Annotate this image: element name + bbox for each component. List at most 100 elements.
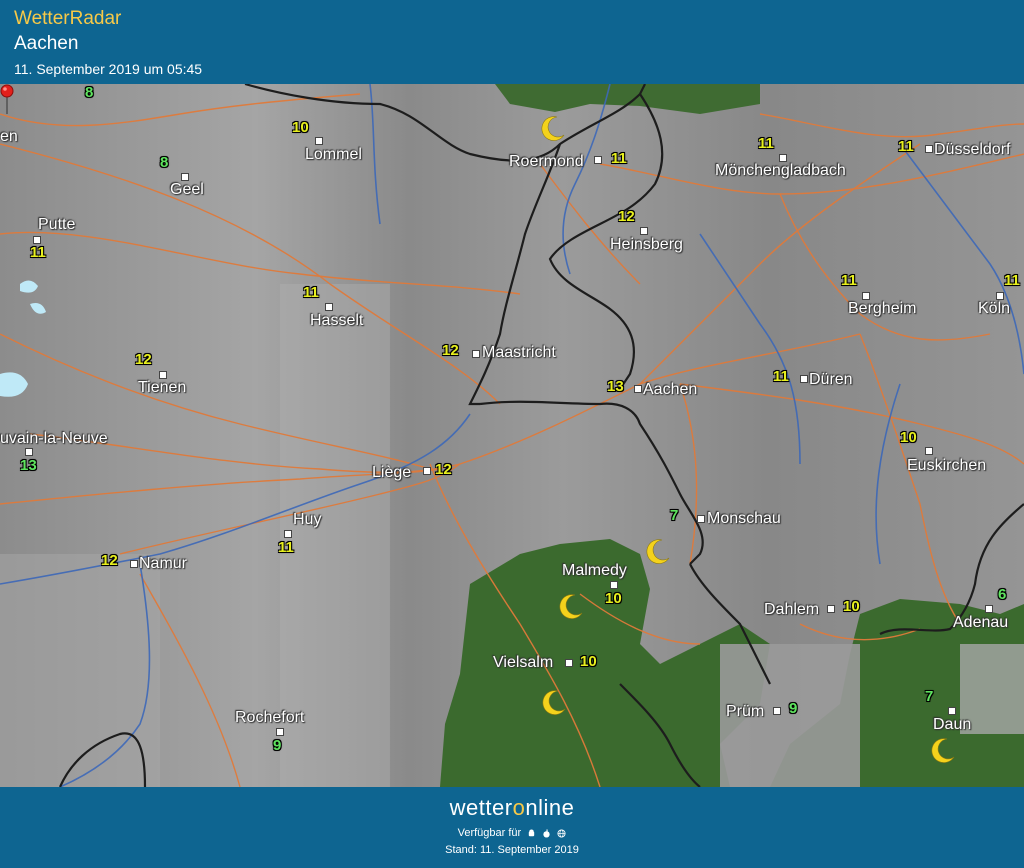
temperature-label: 12 bbox=[101, 552, 118, 569]
location-pin-icon[interactable] bbox=[0, 84, 14, 114]
city-marker bbox=[595, 157, 601, 163]
city-label[interactable]: Dahlem bbox=[764, 601, 819, 619]
temperature-label: 13 bbox=[20, 457, 37, 474]
temperature-label: 10 bbox=[292, 119, 309, 136]
temperature-label: 11 bbox=[30, 244, 46, 261]
temperature-label: 12 bbox=[135, 351, 152, 368]
temperature-label: 11 bbox=[773, 368, 789, 385]
crescent-moon-icon bbox=[542, 690, 566, 715]
city-label[interactable]: Maastricht bbox=[482, 344, 556, 362]
cloud-band bbox=[0, 554, 160, 787]
city-label[interactable]: Hasselt bbox=[310, 312, 363, 330]
temperature-label: 9 bbox=[273, 737, 282, 754]
city-label[interactable]: Tienen bbox=[138, 379, 186, 397]
temperature-label: 11 bbox=[898, 138, 914, 155]
availability-text: Verfügbar für bbox=[457, 827, 522, 839]
app-header: WetterRadar Aachen 11. September 2019 um… bbox=[0, 0, 1024, 84]
temperature-label: 11 bbox=[303, 284, 319, 301]
wetteronline-logo[interactable]: wetteronline bbox=[0, 795, 1024, 821]
city-marker bbox=[986, 606, 992, 612]
city-label[interactable]: Roermond bbox=[509, 153, 584, 171]
android-icon[interactable] bbox=[527, 829, 536, 838]
city-label[interactable]: Bergheim bbox=[848, 300, 916, 318]
city-marker bbox=[285, 531, 291, 537]
city-marker bbox=[780, 155, 786, 161]
city-label: en bbox=[0, 128, 18, 145]
city-label[interactable]: Düsseldorf bbox=[934, 141, 1010, 159]
city-marker bbox=[641, 228, 647, 234]
temperature-label: 10 bbox=[900, 429, 917, 446]
brand-prefix: wetter bbox=[449, 795, 513, 820]
city-label[interactable]: Daun bbox=[933, 716, 971, 734]
city-label[interactable]: Adenau bbox=[953, 614, 1008, 632]
temperature-label: 11 bbox=[278, 539, 294, 556]
temperature-label: 6 bbox=[998, 586, 1007, 603]
city-label[interactable]: Monschau bbox=[707, 510, 781, 528]
temperature-label: 10 bbox=[580, 653, 597, 670]
city-label[interactable]: uvain-la-Neuve bbox=[0, 430, 108, 448]
city-label[interactable]: Geel bbox=[170, 181, 204, 199]
city-marker bbox=[828, 606, 834, 612]
availability-line: Verfügbar für bbox=[0, 827, 1024, 839]
city-label[interactable]: Mönchengladbach bbox=[715, 162, 846, 180]
temperature-label: 12 bbox=[435, 461, 452, 478]
apple-icon[interactable] bbox=[542, 829, 551, 838]
city-label[interactable]: Huy bbox=[293, 511, 321, 529]
city-marker bbox=[926, 146, 932, 152]
forecast-datetime: 11. September 2019 um 05:45 bbox=[14, 61, 203, 77]
city-marker bbox=[160, 372, 166, 378]
city-marker bbox=[316, 138, 322, 144]
city-marker bbox=[949, 708, 955, 714]
temperature-label: 11 bbox=[611, 150, 627, 167]
city-label[interactable]: Düren bbox=[809, 371, 853, 389]
city-label[interactable]: Heinsberg bbox=[610, 236, 683, 254]
stand-date: Stand: 11. September 2019 bbox=[445, 844, 579, 856]
crescent-moon-icon bbox=[541, 116, 565, 141]
crescent-moon-icon bbox=[646, 539, 670, 564]
temperature-label: 8 bbox=[160, 154, 169, 171]
temperature-label: 10 bbox=[843, 598, 860, 615]
city-label[interactable]: Vielsalm bbox=[493, 654, 553, 672]
app-title: WetterRadar bbox=[14, 8, 122, 29]
city-label[interactable]: Rochefort bbox=[235, 709, 304, 727]
city-label[interactable]: Namur bbox=[139, 555, 187, 573]
map-base-layer bbox=[0, 84, 1024, 787]
temperature-label: 7 bbox=[925, 688, 934, 705]
city-marker bbox=[566, 660, 572, 666]
city-marker bbox=[473, 351, 479, 357]
crescent-moon-icon bbox=[931, 738, 955, 763]
city-marker bbox=[863, 293, 869, 299]
city-label[interactable]: Prüm bbox=[726, 703, 764, 721]
city-marker bbox=[277, 729, 283, 735]
city-marker bbox=[997, 293, 1003, 299]
city-marker bbox=[182, 174, 188, 180]
city-marker bbox=[611, 582, 617, 588]
city-label[interactable]: Putte bbox=[38, 216, 75, 234]
crescent-moon-icon bbox=[559, 594, 583, 619]
weather-radar-map[interactable]: 8 en 10 Lommel 8 Geel Putte 11 Roermond … bbox=[0, 84, 1024, 787]
city-marker bbox=[131, 561, 137, 567]
city-marker bbox=[801, 376, 807, 382]
city-label-aachen[interactable]: Aachen bbox=[643, 381, 697, 399]
city-marker bbox=[34, 237, 40, 243]
temperature-label: 11 bbox=[758, 135, 774, 152]
city-label[interactable]: Malmedy bbox=[562, 562, 627, 580]
city-label[interactable]: Köln bbox=[978, 300, 1010, 318]
temperature-label: 11 bbox=[1004, 272, 1020, 289]
city-marker bbox=[326, 304, 332, 310]
temperature-label: 8 bbox=[85, 84, 94, 101]
city-marker bbox=[424, 468, 430, 474]
app-footer: wetteronline Verfügbar für Stand: 11. Se… bbox=[0, 787, 1024, 868]
temperature-label: 7 bbox=[670, 507, 679, 524]
city-marker bbox=[26, 449, 32, 455]
city-marker bbox=[698, 516, 704, 522]
city-marker bbox=[635, 386, 641, 392]
web-icon[interactable] bbox=[557, 829, 566, 838]
city-label[interactable]: Euskirchen bbox=[907, 457, 986, 475]
temperature-label: 10 bbox=[605, 590, 622, 607]
city-name: Aachen bbox=[14, 33, 79, 54]
temperature-label: 11 bbox=[841, 272, 857, 289]
city-label[interactable]: Lommel bbox=[305, 146, 362, 164]
temperature-label: 12 bbox=[442, 342, 459, 359]
city-label[interactable]: Liège bbox=[372, 464, 411, 482]
